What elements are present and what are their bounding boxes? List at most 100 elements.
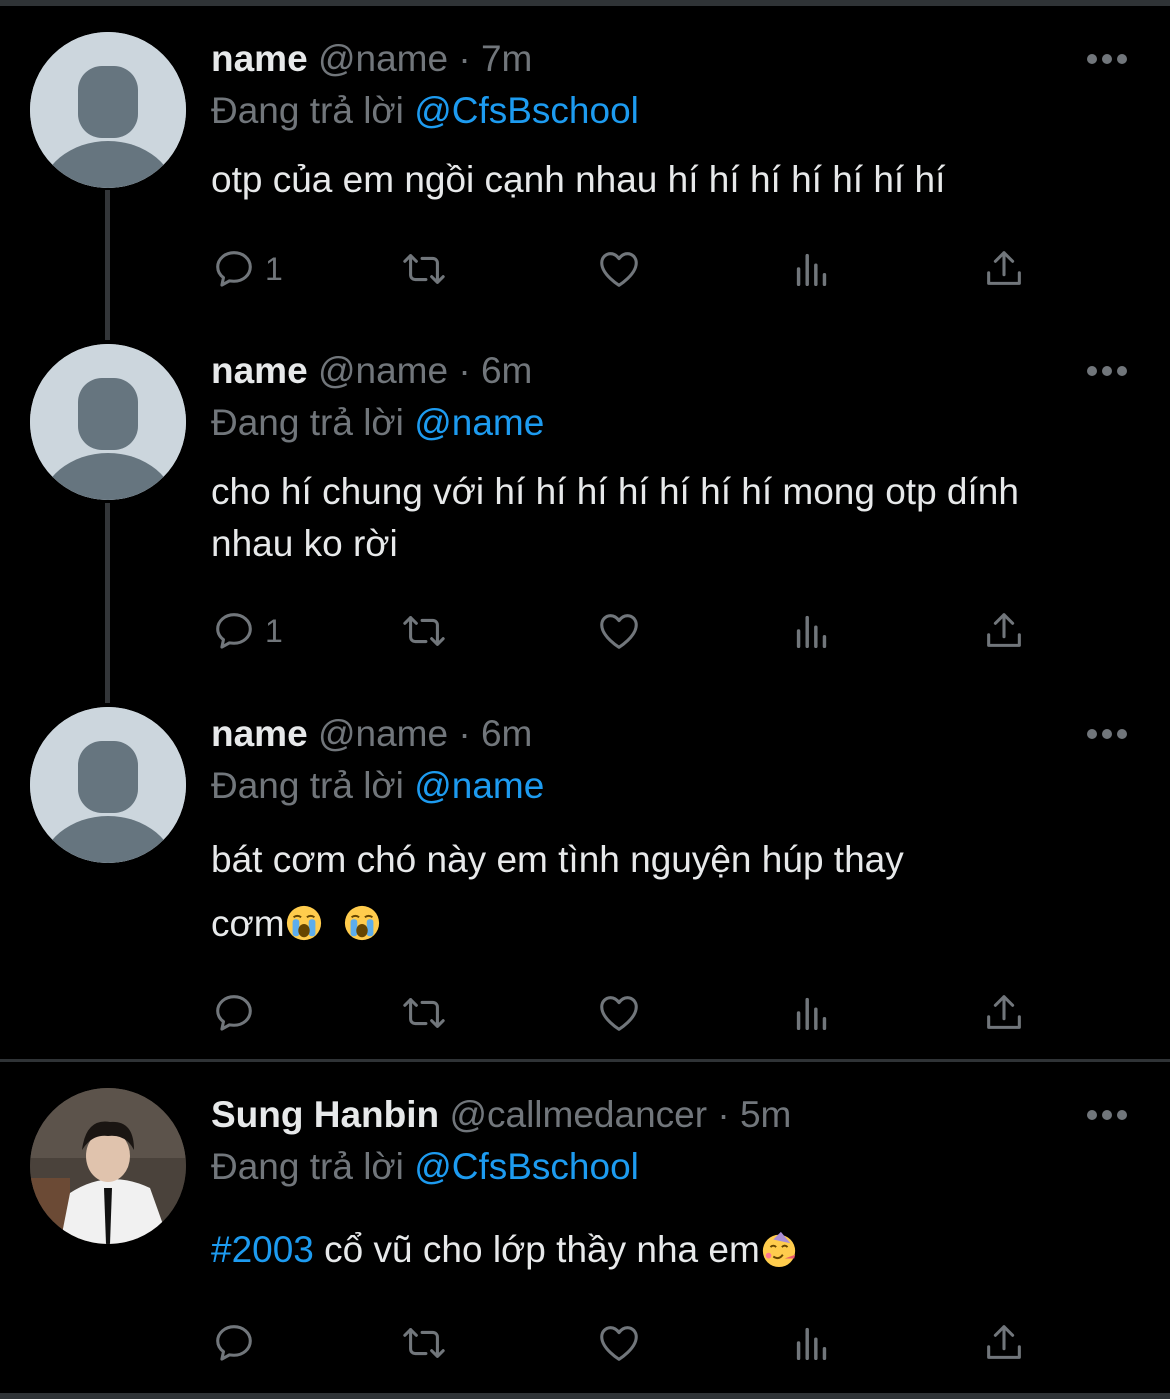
separator-dot: ·: [458, 350, 471, 391]
like-button[interactable]: [596, 1318, 642, 1368]
retweet-icon: [403, 616, 445, 646]
like-icon: [600, 1326, 638, 1361]
default-avatar-icon: [30, 344, 186, 500]
views-icon: [796, 253, 827, 287]
separator-dot: ·: [717, 1094, 730, 1135]
views-button[interactable]: [789, 606, 835, 656]
views-icon: [796, 615, 827, 649]
action-bar: [211, 988, 1061, 1038]
replying-to: Đang trả lời @CfsBschool: [211, 89, 639, 133]
action-bar: 1: [211, 244, 1061, 294]
replying-label: Đang trả lời: [211, 90, 404, 131]
tweet-text: #2003 cổ vũ cho lớp thầy nha em: [211, 1224, 1111, 1276]
share-button[interactable]: [981, 988, 1027, 1038]
avatar[interactable]: [30, 707, 186, 863]
share-icon: [987, 995, 1021, 1029]
like-button[interactable]: [596, 244, 642, 294]
replying-label: Đang trả lời: [211, 1146, 404, 1187]
share-button[interactable]: [981, 606, 1027, 656]
reply-icon: [216, 251, 252, 287]
avatar[interactable]: [30, 344, 186, 500]
user-handle[interactable]: @name: [318, 38, 448, 79]
timestamp[interactable]: 7m: [481, 38, 532, 79]
user-handle[interactable]: @name: [318, 713, 448, 754]
share-icon: [987, 1325, 1021, 1359]
views-button[interactable]: [789, 1318, 835, 1368]
tweet-text-line: cơm: [211, 892, 1111, 956]
reply-icon: [216, 1325, 252, 1361]
separator-dot: ·: [458, 713, 471, 754]
tweet-text-fragment: cơm: [211, 903, 285, 944]
tweet[interactable]: name @name · 7m Đang trả lời @CfsBschool…: [0, 0, 1170, 320]
replying-mention[interactable]: @name: [414, 765, 544, 806]
views-button[interactable]: [789, 988, 835, 1038]
reply-button[interactable]: [211, 988, 257, 1038]
tweet-text: otp của em ngồi cạnh nhau hí hí hí hí hí…: [211, 159, 946, 200]
retweet-button[interactable]: [401, 606, 447, 656]
user-handle[interactable]: @name: [318, 350, 448, 391]
replying-to: Đang trả lời @CfsBschool: [211, 1145, 639, 1189]
more-icon[interactable]: [1086, 52, 1128, 66]
replying-label: Đang trả lời: [211, 765, 404, 806]
reply-count: 1: [265, 612, 283, 649]
timestamp[interactable]: 6m: [481, 350, 532, 391]
action-bar: 1: [211, 606, 1061, 656]
reply-button[interactable]: 1: [211, 606, 283, 656]
share-icon: [987, 613, 1021, 647]
tweet-text-fragment: cổ vũ cho lớp thầy nha em: [313, 1229, 760, 1270]
views-icon: [796, 997, 827, 1031]
like-button[interactable]: [596, 988, 642, 1038]
photo-avatar-icon: [30, 1088, 186, 1244]
retweet-icon: [403, 254, 445, 284]
more-icon[interactable]: [1086, 727, 1128, 741]
tweet-text: bát cơm chó này em tình nguyện húp thay …: [211, 828, 1111, 956]
share-button[interactable]: [981, 1318, 1027, 1368]
reply-icon: [216, 995, 252, 1031]
tweet-text-line: bát cơm chó này em tình nguyện húp thay: [211, 839, 904, 880]
default-avatar-icon: [30, 32, 186, 188]
reply-count: 1: [265, 250, 283, 287]
retweet-button[interactable]: [401, 988, 447, 1038]
replying-mention[interactable]: @CfsBschool: [414, 90, 639, 131]
tweet[interactable]: Sung Hanbin @callmedancer · 5m Đang trả …: [0, 0, 1170, 1361]
share-icon: [987, 251, 1021, 285]
tweet-divider: [0, 1059, 1170, 1062]
replying-mention[interactable]: @name: [414, 402, 544, 443]
retweet-button[interactable]: [401, 244, 447, 294]
timestamp[interactable]: 5m: [740, 1094, 791, 1135]
avatar[interactable]: [30, 1088, 186, 1244]
like-icon: [600, 614, 638, 649]
reply-button[interactable]: [211, 1318, 257, 1368]
tweet-header: name @name · 7m: [211, 37, 532, 81]
replying-mention[interactable]: @CfsBschool: [414, 1146, 639, 1187]
share-button[interactable]: [981, 244, 1027, 294]
like-button[interactable]: [596, 606, 642, 656]
reply-button[interactable]: 1: [211, 244, 283, 294]
reply-icon: [216, 613, 252, 649]
separator-dot: ·: [458, 38, 471, 79]
retweet-icon: [403, 1328, 445, 1358]
more-icon[interactable]: [1086, 1108, 1128, 1122]
like-icon: [600, 996, 638, 1031]
more-icon[interactable]: [1086, 364, 1128, 378]
tweet-header: name @name · 6m: [211, 712, 532, 756]
thread-line: [105, 503, 110, 703]
avatar[interactable]: [30, 32, 186, 188]
user-handle[interactable]: @callmedancer: [449, 1094, 707, 1135]
tweet-header: Sung Hanbin @callmedancer · 5m: [211, 1093, 791, 1137]
timestamp[interactable]: 6m: [481, 713, 532, 754]
action-bar: [211, 1318, 1061, 1368]
display-name[interactable]: name: [211, 38, 308, 79]
display-name[interactable]: name: [211, 713, 308, 754]
views-button[interactable]: [789, 244, 835, 294]
views-icon: [796, 1327, 827, 1361]
like-icon: [600, 252, 638, 287]
display-name[interactable]: name: [211, 350, 308, 391]
hashtag-link[interactable]: #2003: [211, 1229, 314, 1270]
partying-face-icon: [762, 1231, 795, 1268]
tweet-text: cho hí chung với hí hí hí hí hí hí hí mo…: [211, 471, 1019, 564]
retweet-button[interactable]: [401, 1318, 447, 1368]
display-name[interactable]: Sung Hanbin: [211, 1094, 439, 1135]
tweet-header: name @name · 6m: [211, 349, 532, 393]
loudly-crying-face-icon: [286, 905, 321, 941]
